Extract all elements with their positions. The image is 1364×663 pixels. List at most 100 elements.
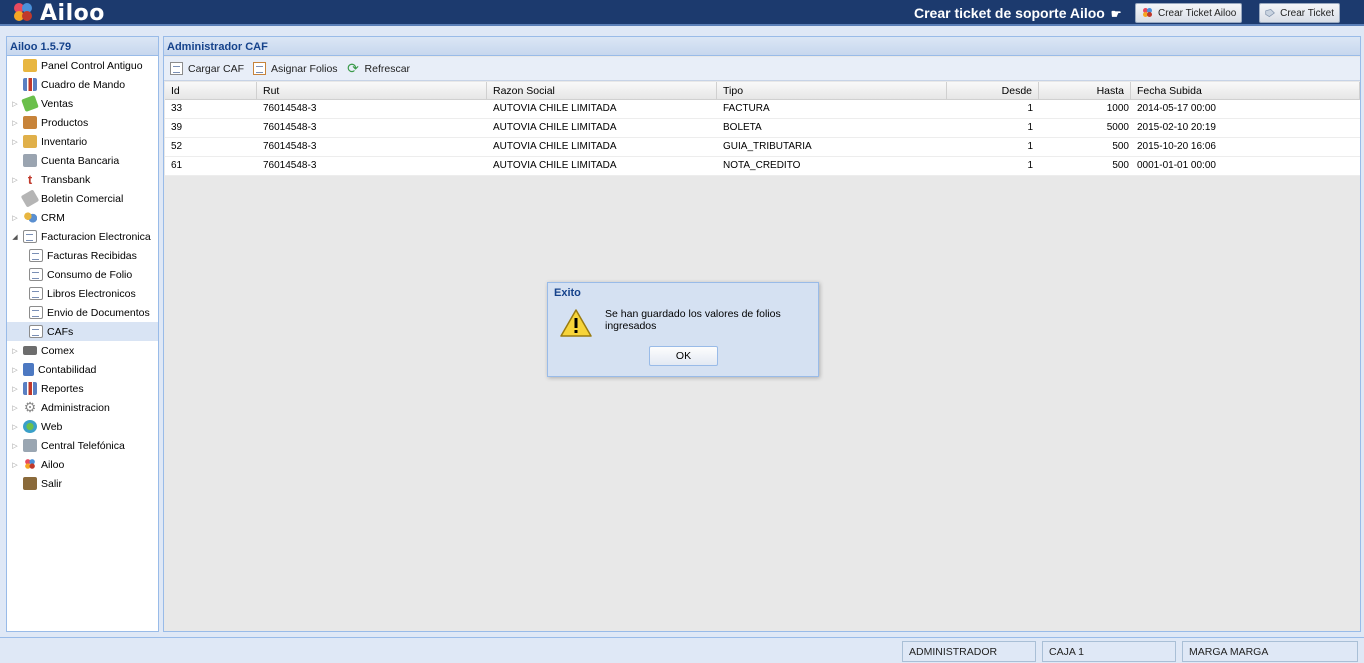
expand-arrow-icon[interactable]: ▷ <box>10 100 20 108</box>
expand-arrow-icon[interactable]: ▷ <box>10 366 20 374</box>
nav-item-envio-de-documentos[interactable]: Envio de Documentos <box>7 303 158 322</box>
refrescar-label: Refrescar <box>364 62 411 75</box>
bank-icon <box>23 154 37 167</box>
nav-item-label: Comex <box>41 344 75 357</box>
cell-razon-social: AUTOVIA CHILE LIMITADA <box>493 103 617 114</box>
nav-item-productos[interactable]: ▷ Productos <box>7 113 158 132</box>
nav-item-crm[interactable]: ▷ CRM <box>7 208 158 227</box>
nav-item-label: Libros Electronicos <box>47 287 136 300</box>
create-ticket-button[interactable]: Crear Ticket <box>1259 3 1340 23</box>
cell-razon-social: AUTOVIA CHILE LIMITADA <box>493 160 617 171</box>
nav-item-facturacion-electronica[interactable]: ◢ Facturacion Electronica <box>7 227 158 246</box>
nav-item-transbank[interactable]: ▷ t Transbank <box>7 170 158 189</box>
create-ticket-ailoo-button[interactable]: Crear Ticket Ailoo <box>1135 3 1243 23</box>
column-header-tipo[interactable]: Tipo <box>717 82 947 99</box>
nav-item-libros-electronicos[interactable]: Libros Electronicos <box>7 284 158 303</box>
expand-arrow-icon[interactable]: ▷ <box>10 461 20 469</box>
nav-item-web[interactable]: ▷ Web <box>7 417 158 436</box>
nav-item-label: Contabilidad <box>38 363 97 376</box>
nav-item-label: Salir <box>41 477 63 490</box>
cell-razon-social: AUTOVIA CHILE LIMITADA <box>493 141 617 152</box>
expand-arrow-icon[interactable]: ▷ <box>10 347 20 355</box>
cell-fecha-subida: 2014-05-17 00:00 <box>1137 103 1216 114</box>
expand-arrow-icon[interactable]: ▷ <box>10 138 20 146</box>
cell-id: 39 <box>171 122 183 133</box>
nav-item-label: Facturas Recibidas <box>47 249 137 262</box>
document-icon <box>29 287 43 300</box>
folder-icon <box>23 59 37 72</box>
tag-icon <box>20 189 40 208</box>
expand-arrow-icon[interactable]: ▷ <box>10 404 20 412</box>
table-row[interactable]: 33 76014548-3 AUTOVIA CHILE LIMITADA FAC… <box>165 100 1360 119</box>
nav-item-consumo-de-folio[interactable]: Consumo de Folio <box>7 265 158 284</box>
dialog-title: Exito <box>554 287 581 299</box>
nav-item-label: CRM <box>41 211 65 224</box>
cell-rut: 76014548-3 <box>263 122 317 133</box>
table-row[interactable]: 52 76014548-3 AUTOVIA CHILE LIMITADA GUI… <box>165 138 1360 157</box>
expand-arrow-icon[interactable]: ▷ <box>10 442 20 450</box>
phone-icon <box>23 439 37 452</box>
expand-arrow-icon[interactable]: ▷ <box>10 176 20 184</box>
box-icon <box>23 116 37 129</box>
refrescar-button[interactable]: ⟳ Refrescar <box>347 61 411 75</box>
table-row[interactable]: 39 76014548-3 AUTOVIA CHILE LIMITADA BOL… <box>165 119 1360 138</box>
cell-id: 61 <box>171 160 183 171</box>
cell-desde: 1 <box>1027 141 1033 152</box>
nav-item-administracion[interactable]: ▷ ⚙ Administracion <box>7 398 158 417</box>
nav-item-label: Ailoo <box>41 458 65 471</box>
nav-item-comex[interactable]: ▷ Comex <box>7 341 158 360</box>
nav-item-label: Web <box>41 420 63 433</box>
navigation-panel-title: Ailoo 1.5.79 <box>7 37 158 56</box>
asignar-folios-button[interactable]: Asignar Folios <box>253 62 338 75</box>
caf-grid: Id Rut Razon Social Tipo Desde Hasta Fec… <box>165 82 1360 176</box>
nav-item-reportes[interactable]: ▷ Reportes <box>7 379 158 398</box>
pointing-hand-icon: ☛ <box>1110 7 1122 21</box>
grid-header: Id Rut Razon Social Tipo Desde Hasta Fec… <box>165 82 1360 100</box>
nav-item-ailoo[interactable]: ▷ Ailoo <box>7 455 158 474</box>
collapse-arrow-icon[interactable]: ◢ <box>10 233 20 241</box>
truck-icon <box>23 346 37 355</box>
column-header-desde[interactable]: Desde <box>947 82 1039 99</box>
cell-desde: 1 <box>1027 122 1033 133</box>
report-icon <box>23 382 37 395</box>
nav-item-label: Boletin Comercial <box>41 192 124 205</box>
nav-item-panel-control-antiguo[interactable]: Panel Control Antiguo <box>7 56 158 75</box>
nav-item-facturas-recibidas[interactable]: Facturas Recibidas <box>7 246 158 265</box>
expand-arrow-icon[interactable]: ▷ <box>10 385 20 393</box>
expand-arrow-icon[interactable]: ▷ <box>10 119 20 127</box>
navigation-tree: Panel Control Antiguo Cuadro de Mando ▷ V… <box>7 56 158 493</box>
support-title: Crear ticket de soporte Ailoo ☛ <box>914 5 1122 21</box>
ok-button[interactable]: OK <box>649 346 718 366</box>
column-header-razon-social[interactable]: Razon Social <box>487 82 717 99</box>
expand-arrow-icon[interactable]: ▷ <box>10 423 20 431</box>
document-icon <box>29 325 43 338</box>
app-header: Ailoo Crear ticket de soporte Ailoo ☛ Cr… <box>0 0 1364 26</box>
column-header-id[interactable]: Id <box>165 82 257 99</box>
nav-item-label: Consumo de Folio <box>47 268 133 281</box>
nav-item-cafs[interactable]: CAFs <box>7 322 158 341</box>
table-row[interactable]: 61 76014548-3 AUTOVIA CHILE LIMITADA NOT… <box>165 157 1360 176</box>
nav-item-inventario[interactable]: ▷ Inventario <box>7 132 158 151</box>
nav-item-cuadro-de-mando[interactable]: Cuadro de Mando <box>7 75 158 94</box>
cargar-caf-button[interactable]: Cargar CAF <box>170 62 244 75</box>
nav-item-label: Panel Control Antiguo <box>41 59 143 72</box>
expand-arrow-icon[interactable]: ▷ <box>10 214 20 222</box>
nav-item-cuenta-bancaria[interactable]: Cuenta Bancaria <box>7 151 158 170</box>
package-icon <box>23 135 37 148</box>
column-header-rut[interactable]: Rut <box>257 82 487 99</box>
cell-rut: 76014548-3 <box>263 141 317 152</box>
nav-item-label: CAFs <box>47 325 74 338</box>
nav-item-label: Central Telefónica <box>41 439 125 452</box>
column-header-fecha-subida[interactable]: Fecha Subida <box>1131 82 1360 99</box>
globe-icon <box>23 420 37 433</box>
nav-item-label: Ventas <box>41 97 74 110</box>
nav-item-boletin-comercial[interactable]: Boletin Comercial <box>7 189 158 208</box>
cell-hasta: 500 <box>1112 160 1129 171</box>
nav-item-central-telefonica[interactable]: ▷ Central Telefónica <box>7 436 158 455</box>
nav-item-salir[interactable]: Salir <box>7 474 158 493</box>
cell-razon-social: AUTOVIA CHILE LIMITADA <box>493 122 617 133</box>
nav-item-ventas[interactable]: ▷ Ventas <box>7 94 158 113</box>
nav-item-contabilidad[interactable]: ▷ Contabilidad <box>7 360 158 379</box>
document-icon <box>29 268 43 281</box>
column-header-hasta[interactable]: Hasta <box>1039 82 1131 99</box>
